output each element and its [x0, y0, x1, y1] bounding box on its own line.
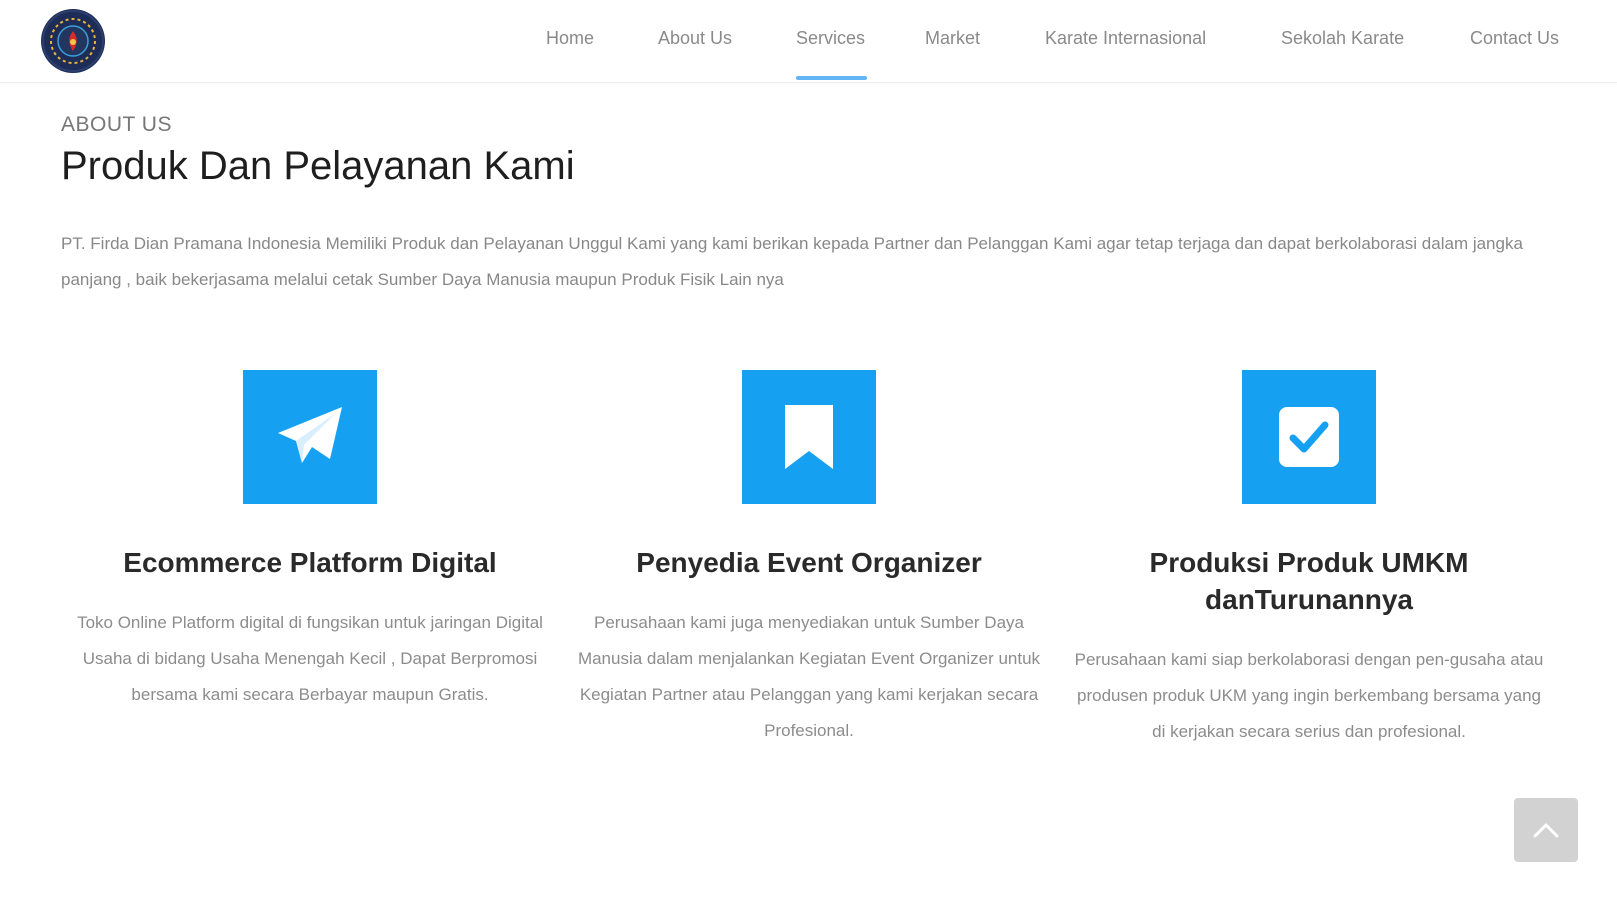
active-nav-indicator [796, 76, 867, 80]
nav-karate-internasional[interactable]: Karate Internasional [1045, 28, 1206, 49]
nav-market[interactable]: Market [925, 28, 980, 49]
nav-services[interactable]: Services [796, 28, 865, 49]
service-icon-box [1242, 370, 1376, 504]
nav-sekolah-karate[interactable]: Sekolah Karate [1281, 28, 1404, 49]
section-eyebrow: ABOUT US [61, 113, 172, 136]
paper-plane-icon [278, 407, 342, 463]
intro-paragraph: PT. Firda Dian Pramana Indonesia Memilik… [61, 234, 1523, 289]
bookmark-icon [785, 405, 833, 469]
service-description: Perusahaan kami juga menyediakan untuk S… [577, 613, 1041, 740]
service-description: Toko Online Platform digital di fungsika… [77, 613, 543, 704]
page-title: Produk Dan Pelayanan Kami [61, 144, 575, 188]
checkbox-icon [1279, 407, 1339, 467]
site-header: Home About Us Services Market Karate Int… [0, 0, 1617, 83]
nav-home[interactable]: Home [546, 28, 594, 49]
chevron-up-icon [1533, 823, 1559, 838]
service-card-ecommerce: Ecommerce Platform Digital Toko Online P… [60, 370, 560, 713]
service-title: Produksi Produk UMKM danTurunannya [1149, 547, 1469, 615]
scroll-to-top-button[interactable] [1514, 798, 1578, 862]
service-title: Ecommerce Platform Digital [123, 547, 497, 578]
service-card-event-organizer: Penyedia Event Organizer Perusahaan kami… [559, 370, 1059, 749]
service-card-umkm: Produksi Produk UMKM danTurunannya Perus… [1059, 370, 1559, 750]
service-description: Perusahaan kami siap berkolaborasi denga… [1074, 650, 1544, 741]
nav-contact-us[interactable]: Contact Us [1470, 28, 1559, 49]
main-nav: Home About Us Services Market Karate Int… [0, 0, 1617, 82]
service-icon-box [742, 370, 876, 504]
nav-about-us[interactable]: About Us [658, 28, 732, 49]
service-icon-box [243, 370, 377, 504]
service-title: Penyedia Event Organizer [636, 547, 982, 578]
